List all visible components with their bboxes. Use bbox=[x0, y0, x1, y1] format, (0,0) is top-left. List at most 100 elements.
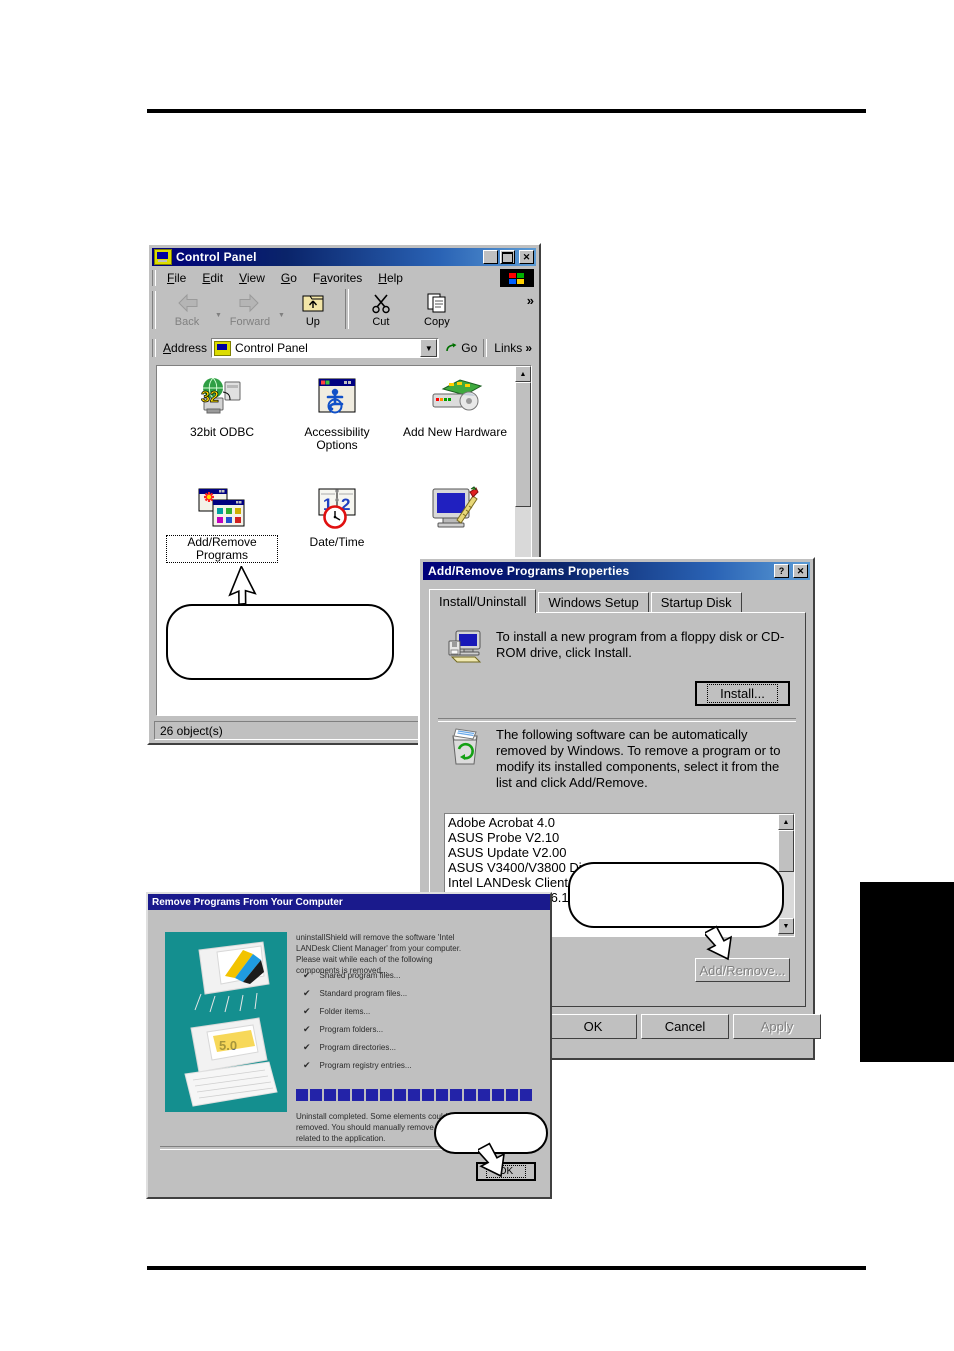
control-panel-window-buttons: _ ✕ bbox=[483, 250, 534, 265]
scroll-thumb[interactable] bbox=[778, 830, 794, 872]
install-floppy-icon bbox=[448, 630, 482, 663]
svg-text:32: 32 bbox=[201, 389, 219, 406]
links-grip[interactable] bbox=[483, 339, 488, 357]
menu-item-favorites[interactable]: Favorites bbox=[305, 269, 370, 287]
component-label: Shared program files... bbox=[319, 971, 401, 980]
address-bar: Address Control Panel ▼ Go Links » bbox=[152, 337, 536, 359]
install-button-label: Install... bbox=[707, 684, 778, 703]
toolbar-back-label: Back bbox=[174, 316, 200, 328]
control-panel-item-date-time[interactable]: 1 2 Date/Time bbox=[282, 486, 392, 549]
address-input[interactable]: Control Panel ▼ bbox=[211, 338, 440, 358]
properties-window-buttons: ? ✕ bbox=[774, 564, 808, 578]
toolbar-cut-label: Cut bbox=[372, 316, 390, 328]
tab-install-uninstall[interactable]: Install/Uninstall bbox=[429, 589, 537, 613]
forward-dropdown-arrow-icon[interactable]: ▼ bbox=[278, 312, 285, 319]
address-dropdown-button[interactable]: ▼ bbox=[420, 339, 438, 357]
properties-tabstrip: Install/Uninstall Windows Setup Startup … bbox=[429, 589, 744, 613]
address-grip[interactable] bbox=[152, 339, 156, 357]
install-button[interactable]: Install... bbox=[695, 681, 790, 706]
status-text: 26 object(s) bbox=[160, 723, 223, 738]
tab-startup-disk[interactable]: Startup Disk bbox=[650, 592, 742, 613]
toolbar-back-button[interactable]: Back bbox=[159, 289, 215, 328]
control-panel-title: Control Panel bbox=[176, 250, 257, 264]
uninstall-component-list: ✔ Shared program files... ✔ Standard pro… bbox=[303, 970, 498, 1078]
ok-button[interactable]: OK bbox=[549, 1014, 637, 1039]
ok-button-label: OK bbox=[583, 1019, 603, 1034]
maximize-button[interactable] bbox=[500, 250, 515, 264]
scroll-up-button[interactable]: ▲ bbox=[778, 814, 794, 830]
list-item: ✔ Folder items... bbox=[303, 1006, 498, 1017]
forward-arrow-icon bbox=[239, 293, 259, 313]
list-item: ✔ Program directories... bbox=[303, 1042, 498, 1053]
control-panel-toolbar: Back ▼ Forward ▼ Up Cut Copy » bbox=[152, 289, 536, 335]
cancel-button[interactable]: Cancel bbox=[641, 1014, 729, 1039]
close-button[interactable]: ✕ bbox=[793, 564, 808, 578]
check-icon: ✔ bbox=[303, 970, 311, 980]
section-divider bbox=[438, 718, 796, 722]
apply-button[interactable]: Apply bbox=[733, 1014, 821, 1039]
menu-item-go[interactable]: Go bbox=[273, 269, 305, 287]
properties-titlebar[interactable]: Add/Remove Programs Properties ? ✕ bbox=[423, 562, 810, 580]
toolbar-cut-button[interactable]: Cut bbox=[353, 289, 409, 328]
tab-label: Windows Setup bbox=[548, 595, 639, 610]
close-button[interactable]: ✕ bbox=[519, 250, 534, 264]
scroll-thumb[interactable] bbox=[515, 382, 531, 507]
toolbar-copy-button[interactable]: Copy bbox=[409, 289, 465, 328]
windows-logo-icon bbox=[500, 268, 534, 287]
links-button[interactable]: Links » bbox=[490, 341, 536, 355]
address-label: Address bbox=[163, 341, 208, 355]
address-value: Control Panel bbox=[235, 341, 308, 355]
control-panel-item-add-new-hardware[interactable]: Add New Hardware bbox=[400, 376, 510, 439]
back-arrow-icon bbox=[178, 293, 198, 313]
item-label: Date/Time bbox=[309, 535, 365, 549]
control-panel-item-display[interactable] bbox=[400, 486, 510, 536]
menu-item-view[interactable]: View bbox=[231, 269, 273, 287]
control-panel-item-accessibility-options[interactable]: Accessibility Options bbox=[282, 376, 392, 452]
remove-programs-titlebar[interactable]: Remove Programs From Your Computer bbox=[148, 894, 550, 910]
component-label: Program folders... bbox=[319, 1025, 384, 1034]
component-label: Program directories... bbox=[319, 1043, 397, 1052]
component-label: Standard program files... bbox=[319, 989, 408, 998]
go-button[interactable]: Go bbox=[439, 341, 483, 355]
toolbar-grip[interactable] bbox=[152, 291, 156, 329]
footer-rule bbox=[147, 1266, 866, 1270]
minimize-button[interactable]: _ bbox=[483, 250, 498, 265]
menu-item-edit[interactable]: Edit bbox=[194, 269, 231, 287]
control-panel-icon bbox=[154, 249, 172, 265]
control-panel-menubar: File Edit View Go Favorites Help bbox=[152, 268, 536, 287]
tab-windows-setup[interactable]: Windows Setup bbox=[538, 592, 649, 613]
list-item[interactable]: Adobe Acrobat 4.0 bbox=[445, 815, 777, 830]
toolbar-overflow-chevron-icon[interactable]: » bbox=[527, 293, 534, 308]
accessibility-icon bbox=[318, 378, 356, 414]
help-button[interactable]: ? bbox=[774, 564, 789, 578]
tab-label: Startup Disk bbox=[660, 595, 732, 610]
menu-item-file[interactable]: File bbox=[159, 269, 194, 287]
cancel-button-label: Cancel bbox=[664, 1019, 706, 1034]
recycle-bin-icon bbox=[452, 728, 478, 765]
scroll-up-button[interactable]: ▲ bbox=[515, 366, 531, 382]
links-overflow-chevron-icon: » bbox=[525, 341, 532, 355]
menu-item-help[interactable]: Help bbox=[370, 269, 411, 287]
scroll-down-button[interactable]: ▼ bbox=[778, 918, 794, 934]
arrow-to-add-remove-icon bbox=[705, 925, 733, 961]
control-panel-item-add-remove-programs[interactable]: Add/Remove Programs bbox=[166, 486, 278, 563]
list-item[interactable]: ASUS Probe V2.10 bbox=[445, 830, 777, 845]
list-item: ✔ Standard program files... bbox=[303, 988, 498, 999]
control-panel-titlebar[interactable]: Control Panel _ ✕ bbox=[152, 248, 536, 266]
uninstall-illustration: 5.0 bbox=[165, 932, 287, 1112]
arrow-to-ok-icon bbox=[478, 1142, 506, 1178]
up-folder-icon bbox=[302, 295, 324, 312]
item-label: Add/Remove Programs bbox=[166, 535, 278, 563]
list-item: ✔ Program folders... bbox=[303, 1024, 498, 1035]
go-arrow-icon bbox=[446, 342, 457, 351]
toolbar-forward-button[interactable]: Forward bbox=[222, 289, 278, 328]
uninstall-instruction-text: The following software can be automatica… bbox=[496, 727, 781, 790]
uninstall-progress-bar bbox=[296, 1089, 532, 1101]
toolbar-up-button[interactable]: Up bbox=[285, 289, 341, 328]
menu-grip[interactable] bbox=[152, 269, 156, 286]
list-item[interactable]: ASUS Update V2.00 bbox=[445, 845, 777, 860]
install-instruction-text: To install a new program from a floppy d… bbox=[496, 629, 785, 660]
check-icon: ✔ bbox=[303, 1060, 311, 1070]
control-panel-item-32bit-odbc[interactable]: 32 32bit ODBC bbox=[167, 376, 277, 439]
back-dropdown-arrow-icon[interactable]: ▼ bbox=[215, 312, 222, 319]
